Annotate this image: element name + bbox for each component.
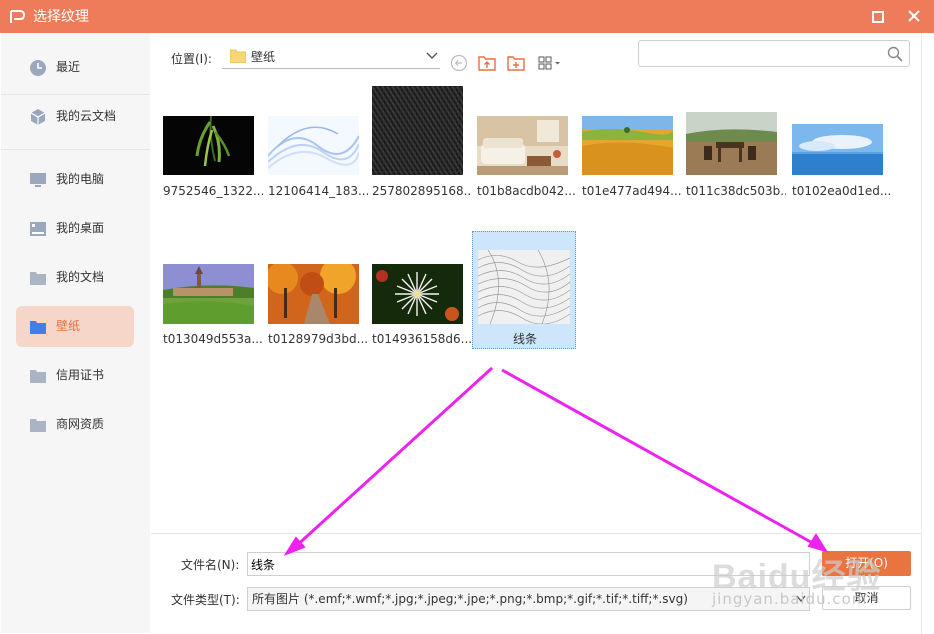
watermark-site: jingyan.baidu.com bbox=[712, 590, 868, 608]
sidebar-item-label: 最近 bbox=[56, 60, 81, 74]
file-item-6[interactable]: t0102ea0d1ed... bbox=[790, 84, 894, 202]
file-name: t014936158d6... bbox=[372, 332, 472, 346]
file-item-8[interactable]: t0128979d3bd... bbox=[266, 232, 370, 350]
file-name: t011c38dc503b... bbox=[686, 184, 786, 198]
sidebar-divider bbox=[1, 149, 150, 150]
maximize-icon bbox=[872, 11, 884, 23]
back-button[interactable] bbox=[448, 52, 470, 74]
file-item-4[interactable]: t01e477ad494... bbox=[580, 84, 684, 202]
search-box[interactable] bbox=[638, 40, 910, 67]
filetype-value: 所有图片 (*.emf;*.wmf;*.jpg;*.jpeg;*.jpe;*.p… bbox=[252, 592, 688, 606]
new-folder-icon bbox=[507, 56, 525, 71]
file-name: t0128979d3bd... bbox=[268, 332, 368, 346]
file-name: t013049d553a... bbox=[163, 332, 263, 346]
thumbnail-lines bbox=[478, 250, 570, 324]
sidebar-item-documents[interactable]: 我的文档 bbox=[16, 257, 134, 298]
clock-icon bbox=[30, 60, 46, 76]
right-edge bbox=[921, 33, 934, 634]
cloud-docs-icon bbox=[30, 109, 46, 125]
monitor-icon bbox=[30, 173, 46, 187]
file-item-9[interactable]: t014936158d6... bbox=[370, 232, 474, 350]
desktop-icon bbox=[30, 222, 46, 236]
thumbnail-blue-wave bbox=[268, 116, 359, 175]
sidebar-divider bbox=[1, 94, 150, 95]
sidebar-item-label: 我的文档 bbox=[56, 270, 105, 284]
thumbnail-white-flower bbox=[372, 264, 463, 324]
filetype-label: 文件类型(T): bbox=[171, 593, 240, 607]
sidebar-item-recent[interactable]: 最近 bbox=[16, 47, 134, 88]
sidebar-item-desktop[interactable]: 我的桌面 bbox=[16, 208, 134, 249]
location-value: 壁纸 bbox=[251, 50, 276, 64]
sidebar-item-wallpaper[interactable]: 壁纸 bbox=[16, 306, 134, 347]
folder-icon bbox=[30, 272, 46, 285]
file-name: t0102ea0d1ed... bbox=[792, 184, 892, 198]
filename-label: 文件名(N): bbox=[181, 558, 240, 572]
close-button[interactable] bbox=[900, 4, 928, 30]
file-name: 12106414_183... bbox=[268, 184, 368, 198]
sidebar-item-credit-cert[interactable]: 信用证书 bbox=[16, 355, 134, 396]
file-name: 线条 bbox=[512, 332, 537, 346]
folder-icon bbox=[30, 370, 46, 383]
folder-icon bbox=[230, 49, 246, 63]
file-item-3[interactable]: t01b8acdb042... bbox=[475, 84, 579, 202]
file-name: 9752546_1322... bbox=[163, 184, 263, 198]
search-icon[interactable] bbox=[887, 46, 903, 62]
location-label: 位置(I): bbox=[171, 52, 212, 66]
file-name: t01e477ad494... bbox=[582, 184, 682, 198]
close-icon bbox=[908, 10, 920, 22]
file-item-10[interactable]: 线条 bbox=[472, 231, 576, 349]
sidebar-item-business-qual[interactable]: 商网资质 bbox=[16, 404, 134, 445]
title-bar: 选择纹理 bbox=[0, 0, 934, 33]
file-item-7[interactable]: t013049d553a... bbox=[161, 232, 265, 350]
folder-icon bbox=[30, 419, 46, 432]
thumbnail-sky-sea bbox=[792, 124, 883, 175]
file-item-5[interactable]: t011c38dc503b... bbox=[684, 84, 788, 202]
sidebar-item-label: 信用证书 bbox=[56, 368, 105, 382]
footer-divider bbox=[151, 533, 921, 534]
sidebar-item-label: 我的桌面 bbox=[56, 221, 105, 235]
search-input[interactable] bbox=[645, 44, 879, 64]
folder-icon bbox=[30, 321, 46, 334]
thumbnail-village bbox=[163, 264, 254, 324]
file-item-0[interactable]: 9752546_1322... bbox=[161, 84, 265, 202]
thumbnail-black-knit bbox=[372, 86, 463, 175]
up-folder-button[interactable] bbox=[476, 52, 498, 74]
file-name: t01b8acdb042... bbox=[477, 184, 576, 198]
window-title: 选择纹理 bbox=[33, 9, 89, 25]
file-name: 257802895168... bbox=[372, 184, 472, 198]
thumbnail-terrace bbox=[686, 112, 777, 175]
sidebar-item-label: 商网资质 bbox=[56, 417, 105, 431]
file-item-2[interactable]: 257802895168... bbox=[370, 84, 474, 202]
filename-input[interactable] bbox=[251, 556, 791, 572]
thumbnail-wheat-field bbox=[582, 116, 673, 175]
sidebar-item-cloud-docs[interactable]: 我的云文档 bbox=[16, 96, 134, 137]
sidebar-item-my-computer[interactable]: 我的电脑 bbox=[16, 159, 134, 200]
thumbnail-bamboo bbox=[163, 116, 254, 175]
sidebar-item-label: 我的电脑 bbox=[56, 172, 105, 186]
back-arrow-icon bbox=[450, 54, 468, 72]
folder-up-icon bbox=[478, 56, 496, 71]
maximize-button[interactable] bbox=[864, 4, 892, 30]
sidebar-item-label: 我的云文档 bbox=[56, 109, 117, 123]
new-folder-button[interactable] bbox=[505, 52, 527, 74]
grid-view-icon bbox=[538, 56, 560, 70]
chevron-down-icon bbox=[426, 52, 438, 59]
app-logo-icon bbox=[10, 10, 26, 23]
sidebar-item-label: 壁纸 bbox=[56, 319, 81, 333]
file-item-1[interactable]: 12106414_183... bbox=[266, 84, 370, 202]
thumbnail-autumn-road bbox=[268, 264, 359, 324]
view-mode-button[interactable] bbox=[536, 52, 564, 74]
location-dropdown[interactable]: 壁纸 bbox=[222, 46, 440, 69]
thumbnail-living-room bbox=[477, 116, 568, 175]
